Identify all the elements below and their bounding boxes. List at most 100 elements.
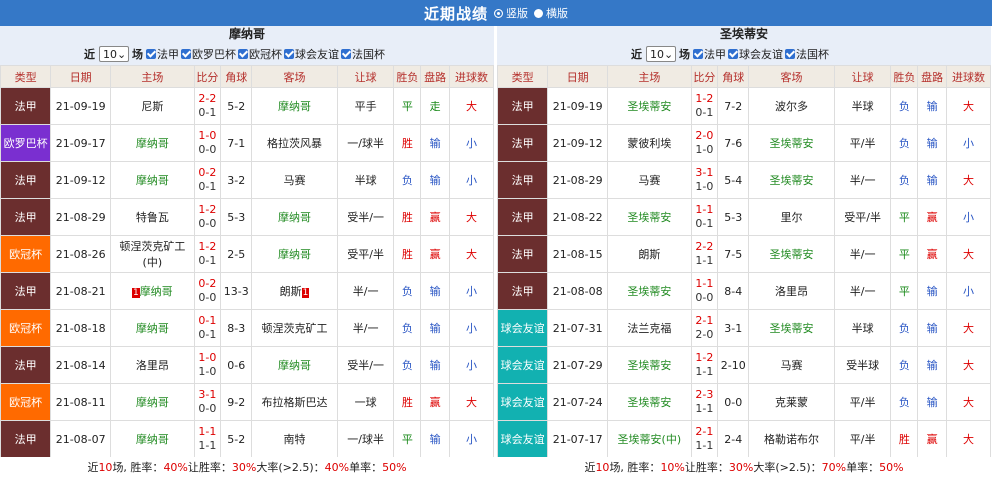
score-cell[interactable]: 2-2 1-1 bbox=[690, 235, 719, 273]
column-header[interactable]: 进球数 bbox=[449, 65, 494, 88]
score-cell[interactable]: 1-0 1-0 bbox=[193, 346, 222, 384]
match-count-select[interactable]: 10 ⌄ bbox=[99, 46, 129, 62]
competition-checkbox[interactable] bbox=[693, 49, 703, 59]
away-team[interactable]: 摩纳哥 bbox=[251, 235, 338, 273]
away-team[interactable]: 马赛 bbox=[748, 346, 835, 384]
portrait-radio[interactable] bbox=[494, 8, 503, 18]
away-team[interactable]: 圣埃蒂安 bbox=[748, 309, 835, 347]
away-team[interactable]: 圣埃蒂安 bbox=[748, 235, 835, 273]
score-cell[interactable]: 1-1 0-1 bbox=[690, 198, 719, 236]
away-team[interactable]: 摩纳哥 bbox=[251, 198, 338, 236]
score-cell[interactable]: 0-2 0-1 bbox=[193, 161, 222, 199]
score-cell[interactable]: 1-1 0-0 bbox=[690, 272, 719, 310]
competition-type[interactable]: 法甲 bbox=[496, 124, 549, 162]
score-cell[interactable]: 1-2 0-0 bbox=[193, 198, 222, 236]
competition-type[interactable]: 法甲 bbox=[496, 87, 549, 125]
home-team[interactable]: 摩纳哥 bbox=[110, 420, 195, 458]
column-header[interactable]: 让球 bbox=[336, 65, 395, 88]
home-team[interactable]: 1摩纳哥 bbox=[110, 272, 195, 310]
home-team[interactable]: 圣埃蒂安(中) bbox=[607, 420, 692, 458]
away-team[interactable]: 圣埃蒂安 bbox=[748, 161, 835, 199]
home-team[interactable]: 摩纳哥 bbox=[110, 161, 195, 199]
score-cell[interactable]: 1-2 1-1 bbox=[690, 346, 719, 384]
column-header[interactable]: 比分 bbox=[690, 65, 719, 88]
home-team[interactable]: 马赛 bbox=[607, 161, 692, 199]
score-cell[interactable]: 2-0 1-0 bbox=[690, 124, 719, 162]
competition-type[interactable]: 法甲 bbox=[496, 272, 549, 310]
home-team[interactable]: 蒙彼利埃 bbox=[607, 124, 692, 162]
column-header[interactable]: 角球 bbox=[717, 65, 750, 88]
competition-type[interactable]: 法甲 bbox=[496, 198, 549, 236]
column-header[interactable]: 主场 bbox=[110, 65, 195, 88]
home-team[interactable]: 圣埃蒂安 bbox=[607, 87, 692, 125]
home-team[interactable]: 法兰克福 bbox=[607, 309, 692, 347]
score-cell[interactable]: 1-0 0-0 bbox=[193, 124, 222, 162]
away-team[interactable]: 格勒诺布尔 bbox=[748, 420, 835, 458]
home-team[interactable]: 摩纳哥 bbox=[110, 309, 195, 347]
competition-checkbox[interactable] bbox=[728, 49, 738, 59]
home-team[interactable]: 顿涅茨克矿工(中) bbox=[110, 235, 195, 273]
column-header[interactable]: 盘路 bbox=[420, 65, 451, 88]
column-header[interactable]: 客场 bbox=[251, 65, 338, 88]
away-team[interactable]: 波尔多 bbox=[748, 87, 835, 125]
away-team[interactable]: 圣埃蒂安 bbox=[748, 124, 835, 162]
column-header[interactable]: 比分 bbox=[193, 65, 222, 88]
score-cell[interactable]: 0-2 0-0 bbox=[193, 272, 222, 310]
home-team[interactable]: 特鲁瓦 bbox=[110, 198, 195, 236]
competition-type[interactable]: 球会友谊 bbox=[496, 420, 549, 458]
column-header[interactable]: 日期 bbox=[547, 65, 609, 88]
competition-type[interactable]: 法甲 bbox=[496, 235, 549, 273]
home-team[interactable]: 朗斯 bbox=[607, 235, 692, 273]
home-team[interactable]: 圣埃蒂安 bbox=[607, 383, 692, 421]
away-team[interactable]: 克莱蒙 bbox=[748, 383, 835, 421]
competition-type[interactable]: 欧罗巴杯 bbox=[0, 124, 52, 162]
competition-type[interactable]: 法甲 bbox=[0, 346, 52, 384]
competition-type[interactable]: 欧冠杯 bbox=[0, 235, 52, 273]
column-header[interactable]: 主场 bbox=[607, 65, 692, 88]
competition-type[interactable]: 球会友谊 bbox=[496, 309, 549, 347]
score-cell[interactable]: 2-1 1-1 bbox=[690, 420, 719, 458]
column-header[interactable]: 客场 bbox=[748, 65, 835, 88]
home-team[interactable]: 尼斯 bbox=[110, 87, 195, 125]
competition-type[interactable]: 法甲 bbox=[0, 87, 52, 125]
competition-type[interactable]: 法甲 bbox=[0, 198, 52, 236]
column-header[interactable]: 进球数 bbox=[946, 65, 991, 88]
column-header[interactable]: 类型 bbox=[0, 65, 52, 88]
away-team[interactable]: 马赛 bbox=[251, 161, 338, 199]
landscape-radio[interactable] bbox=[534, 8, 543, 18]
home-team[interactable]: 圣埃蒂安 bbox=[607, 198, 692, 236]
competition-type[interactable]: 法甲 bbox=[0, 420, 52, 458]
score-cell[interactable]: 2-1 2-0 bbox=[690, 309, 719, 347]
away-team[interactable]: 里尔 bbox=[748, 198, 835, 236]
column-header[interactable]: 角球 bbox=[220, 65, 253, 88]
score-cell[interactable]: 3-1 1-0 bbox=[690, 161, 719, 199]
column-header[interactable]: 日期 bbox=[50, 65, 112, 88]
home-team[interactable]: 圣埃蒂安 bbox=[607, 272, 692, 310]
score-cell[interactable]: 0-1 0-1 bbox=[193, 309, 222, 347]
away-team[interactable]: 朗斯1 bbox=[251, 272, 338, 310]
away-team[interactable]: 布拉格斯巴达 bbox=[251, 383, 338, 421]
score-cell[interactable]: 1-1 1-1 bbox=[193, 420, 222, 458]
away-team[interactable]: 顿涅茨克矿工 bbox=[251, 309, 338, 347]
away-team[interactable]: 摩纳哥 bbox=[251, 87, 338, 125]
competition-type[interactable]: 法甲 bbox=[496, 161, 549, 199]
competition-checkbox[interactable] bbox=[785, 49, 795, 59]
score-cell[interactable]: 1-2 0-1 bbox=[193, 235, 222, 273]
score-cell[interactable]: 1-2 0-1 bbox=[690, 87, 719, 125]
score-cell[interactable]: 2-3 1-1 bbox=[690, 383, 719, 421]
competition-checkbox[interactable] bbox=[238, 49, 248, 59]
home-team[interactable]: 洛里昂 bbox=[110, 346, 195, 384]
column-header[interactable]: 盘路 bbox=[917, 65, 948, 88]
home-team[interactable]: 圣埃蒂安 bbox=[607, 346, 692, 384]
competition-type[interactable]: 球会友谊 bbox=[496, 346, 549, 384]
away-team[interactable]: 格拉茨风暴 bbox=[251, 124, 338, 162]
away-team[interactable]: 摩纳哥 bbox=[251, 346, 338, 384]
competition-checkbox[interactable] bbox=[284, 49, 294, 59]
column-header[interactable]: 类型 bbox=[496, 65, 549, 88]
competition-type[interactable]: 法甲 bbox=[0, 272, 52, 310]
away-team[interactable]: 洛里昂 bbox=[748, 272, 835, 310]
away-team[interactable]: 南特 bbox=[251, 420, 338, 458]
competition-type[interactable]: 法甲 bbox=[0, 161, 52, 199]
column-header[interactable]: 让球 bbox=[833, 65, 892, 88]
column-header[interactable]: 胜负 bbox=[393, 65, 422, 88]
